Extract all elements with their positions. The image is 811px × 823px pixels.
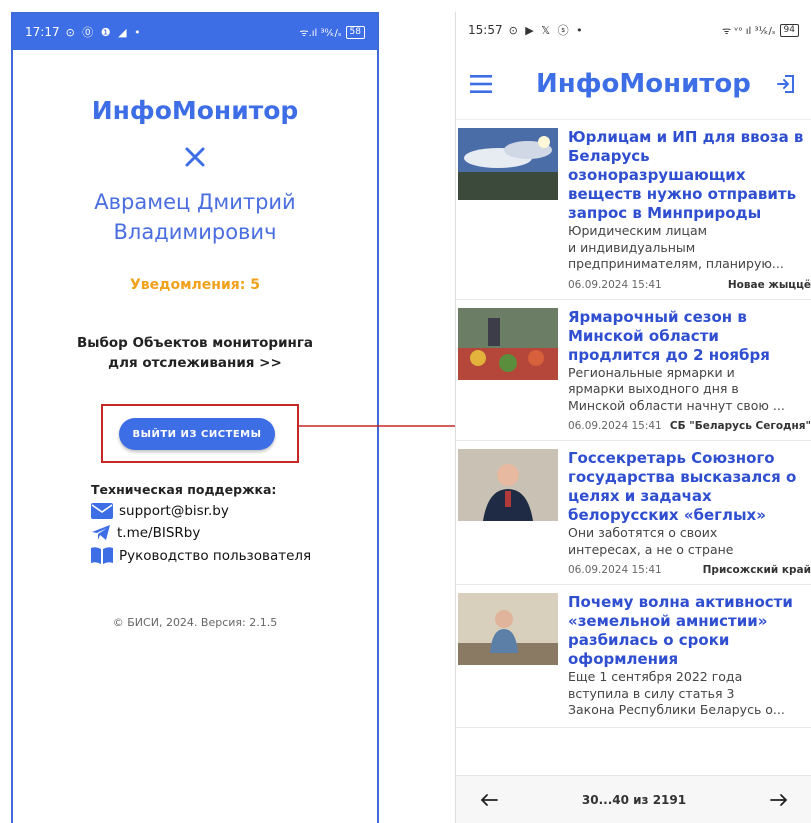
status-bar: 15:57 ⊙ ▶ 𝕏 ⓢ • ᯤ ᵛᵒ ıl ³¹⁄ₖ/ₛ 94 [456, 12, 811, 48]
support-telegram-link[interactable]: t.me/BISRby [91, 525, 311, 541]
news-excerpt: Еще 1 сентября 2022 года вступила в силу… [568, 669, 785, 717]
user-name-line-1: Аврамец Дмитрий [94, 190, 296, 214]
news-feed-screen: 15:57 ⊙ ▶ 𝕏 ⓢ • ᯤ ᵛᵒ ıl ³¹⁄ₖ/ₛ 94 ИнфоМо… [455, 12, 811, 823]
news-list: Юрлицам и ИП для ввоза в Беларусь озонор… [456, 120, 811, 728]
logout-icon[interactable] [775, 73, 797, 95]
news-excerpt: Региональные ярмарки и ярмарки выходного… [568, 364, 785, 413]
news-thumbnail-clouds [458, 128, 558, 200]
news-title[interactable]: Почему волна активности «земельной амнис… [568, 593, 811, 669]
book-icon [91, 547, 113, 564]
news-date: 06.09.2024 15:41 [568, 278, 662, 291]
monitoring-link-line-1: Выбор Объектов мониторинга [76, 335, 314, 351]
news-item[interactable]: Госсекретарь Союзного государства высказ… [456, 441, 811, 585]
news-thumbnail-market [458, 307, 558, 380]
news-thumbnail-interview [458, 593, 558, 665]
support-email-link[interactable]: support@bisr.by [91, 503, 311, 519]
news-date: 06.09.2024 15:41 [568, 564, 662, 576]
news-title[interactable]: Ярмарочный сезон в Минской области продл… [568, 308, 811, 365]
highlight-frame: ВЫЙТИ ИЗ СИСТЕМЫ [101, 404, 299, 463]
news-excerpt: Они заботятся о своих интересах, а не о … [568, 525, 734, 557]
arrow-left-icon[interactable] [480, 793, 498, 807]
page-range: 30...40 из 2191 [581, 792, 687, 807]
logout-button[interactable]: ВЫЙТИ ИЗ СИСТЕМЫ [119, 418, 275, 450]
pagination-bar: 30...40 из 2191 [456, 775, 811, 823]
news-date: 06.09.2024 15:41 [568, 420, 662, 432]
signal-icon: ᯤ.ıl ³⁰⁄ₖ/ₛ [299, 28, 342, 39]
app-bar: ИнфоМонитор [456, 48, 811, 120]
notifications-link[interactable]: Уведомления: 5 [13, 277, 377, 293]
close-icon[interactable] [183, 145, 207, 169]
mail-icon [91, 503, 113, 519]
app-title: ИнфоМонитор [536, 68, 751, 99]
news-source: Присожский край [702, 564, 811, 576]
support-section: Техническая поддержка: support@bisr.by t… [91, 482, 311, 564]
news-source: СБ "Беларусь Сегодня" [669, 420, 811, 432]
status-bar: 17:17 ⊙ ⓪ ❶ ◢ • ᯤ.ıl ³⁰⁄ₖ/ₛ 58 [13, 14, 377, 50]
support-telegram: t.me/BISRby [117, 525, 201, 541]
copyright-version: © БИСИ, 2024. Версия: 2.1.5 [112, 616, 278, 629]
support-title: Техническая поддержка: [91, 482, 277, 497]
user-manual: Руководство пользователя [119, 547, 312, 564]
news-title[interactable]: Юрлицам и ИП для ввоза в Беларусь озонор… [568, 128, 811, 223]
support-email: support@bisr.by [119, 503, 229, 519]
status-time: 15:57 [468, 23, 503, 37]
arrow-right-icon[interactable] [770, 793, 788, 807]
user-name: Аврамец Дмитрий Владимирович [13, 187, 377, 247]
news-thumbnail-official [458, 449, 558, 521]
news-item[interactable]: Почему волна активности «земельной амнис… [456, 585, 811, 728]
status-time: 17:17 [25, 25, 60, 39]
login-profile-screen: 17:17 ⊙ ⓪ ❶ ◢ • ᯤ.ıl ³⁰⁄ₖ/ₛ 58 ИнфоМонит… [11, 12, 379, 823]
news-item[interactable]: Юрлицам и ИП для ввоза в Беларусь озонор… [456, 120, 811, 300]
battery-icon: 94 [779, 23, 799, 37]
signal-icon: ᯤ ᵛᵒ ıl ³¹⁄ₖ/ₛ [721, 26, 776, 37]
notification-icons: ⊙ ⓪ ❶ ◢ • [65, 26, 143, 39]
news-excerpt: Юридическим лицам и индивидуальным предп… [568, 223, 784, 271]
news-title[interactable]: Госсекретарь Союзного государства высказ… [568, 449, 811, 525]
monitoring-objects-link[interactable]: Выбор Объектов мониторинга для отслежива… [13, 333, 377, 373]
news-source: Новае жыццё [727, 278, 811, 291]
news-item[interactable]: Ярмарочный сезон в Минской области продл… [456, 300, 811, 441]
hamburger-menu-icon[interactable] [470, 74, 496, 94]
user-name-line-2: Владимирович [113, 220, 277, 244]
monitoring-link-line-2: для отслеживания >> [108, 355, 282, 371]
user-manual-link[interactable]: Руководство пользователя [91, 547, 311, 564]
telegram-icon [92, 525, 110, 540]
notification-icons: ⊙ ▶ 𝕏 ⓢ • [508, 24, 585, 37]
app-title: ИнфоМонитор [91, 96, 299, 125]
battery-icon: 58 [345, 25, 365, 39]
